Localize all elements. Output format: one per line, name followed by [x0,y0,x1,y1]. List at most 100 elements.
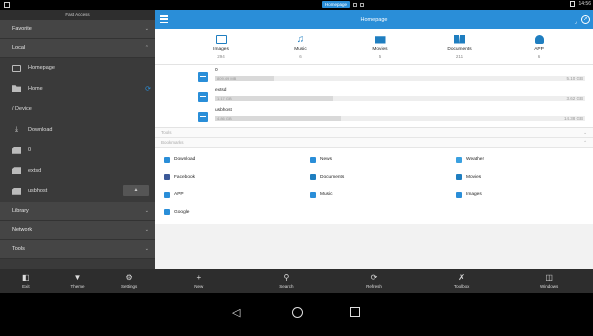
category-count: 211 [455,53,464,59]
bookmark-row: Facebook Documents Movies [155,169,593,187]
sidebar-item-0[interactable]: 0 [0,140,155,161]
storage-icon [198,92,208,102]
chevron-up-icon: ⌃ [144,45,149,51]
bookmark-row: Download News Weather [155,151,593,169]
gear-icon: ⚙ [125,272,133,282]
main-panel: Homepage ⌟ ➚ Images 294 ♫ Music 6 Movies… [155,10,593,293]
download-icon: ⤓ [14,126,19,134]
movie-icon [374,36,386,44]
bookmark-label: Music [320,192,333,198]
sidebar-item-download[interactable]: ⤓ Download [0,120,155,141]
storage-bar-fill [215,116,341,121]
storage-total: 14.38 GB [563,116,583,121]
sidebar-item-device[interactable]: / Device [0,99,155,120]
bookmark-label: News [320,157,332,163]
select-corner-icon[interactable]: ⌟ [575,19,577,25]
sidebar-section-local[interactable]: Local ⌃ [0,39,155,58]
bookmarks-header[interactable]: Bookmarks ⌃ [155,138,593,148]
bookmark-app[interactable]: APP [155,186,301,204]
back-icon[interactable]: ◁ [232,307,240,319]
button-label: Settings [121,283,138,289]
category-name: Music [294,46,307,52]
menu-icon[interactable] [160,15,168,23]
page-title: Homepage [360,16,388,23]
bookmark-label: Google [174,209,190,215]
bookmark-google[interactable]: Google [155,204,301,222]
category-images[interactable]: Images 294 [191,29,251,64]
storage-row-usbhost[interactable]: usbhost 4.86 GB 14.38 GB [155,107,593,127]
category-movies[interactable]: Movies 5 [350,29,410,64]
plus-icon: + [196,272,202,282]
storage-row-extsd[interactable]: extsd 1.17 GB 3.62 GB [155,87,593,107]
storage-total: 5.10 GB [566,76,583,81]
android-icon [164,191,170,198]
new-button[interactable]: + New [169,272,229,289]
sidebar-section-favorite[interactable]: Favorite ⌄ [0,20,155,39]
search-button[interactable]: ⚲ Search [256,272,316,289]
folder-icon [12,85,21,93]
bookmark-movies[interactable]: Movies [447,169,593,187]
refresh-icon: ⟳ [370,272,378,282]
sidebar-item-extsd[interactable]: extsd [0,161,155,182]
sidebar-item-home[interactable]: Home ⟳ [0,79,155,100]
sidebar-section-network[interactable]: Network ⌄ [0,220,155,240]
button-label: Toolbox [453,283,470,289]
bookmark-images[interactable]: Images [447,186,593,204]
sidebar-item-label: Download [28,126,53,133]
storage-bar-fill [215,96,334,101]
chevron-down-icon: ⌄ [583,129,587,135]
sidebar-toolbar: ◧ Exit ▼ Theme ⚙ Settings [0,269,155,293]
eject-button[interactable]: ▲ [123,185,149,196]
globe-icon [164,209,170,216]
bookmarks-grid: Download News Weather Facebook Documents [155,148,593,224]
storage-name: 0 [215,68,218,73]
settings-button[interactable]: ⚙ Settings [109,272,149,289]
button-label: Windows [540,283,559,289]
category-app[interactable]: APP 6 [509,29,569,64]
sdcard-icon [12,187,21,195]
bookmark-label: Images [466,192,482,198]
storage-row-0[interactable]: 0 809.49 MB 5.10 GB [155,67,593,87]
toolbox-button[interactable]: ✗ Toolbox [432,273,492,289]
windows-icon: ◫ [545,272,553,282]
exit-button[interactable]: ◧ Exit [6,273,46,289]
windows-button[interactable]: ◫ Windows [519,272,579,289]
sdcard-icon [12,167,21,175]
section-label: Favorite [12,26,32,32]
bookmark-weather[interactable]: Weather [447,151,593,169]
sidebar-item-usbhost[interactable]: usbhost ▲ [0,181,155,202]
sidebar-section-tools[interactable]: Tools ⌄ [0,239,155,259]
window-icon [360,2,365,7]
chevron-down-icon: ⌄ [144,207,149,214]
category-name: Movies [372,46,388,52]
sidebar-section-library[interactable]: Library ⌄ [0,201,155,221]
home-button-icon[interactable] [292,307,303,318]
bookmark-news[interactable]: News [301,151,447,169]
windows-switch-icon[interactable]: ➚ [581,15,590,24]
recent-apps-icon[interactable] [350,307,360,317]
fast-access-title: Fast Access [0,10,155,20]
category-name: APP [534,46,544,52]
theme-button[interactable]: ▼ Theme [57,273,97,289]
bookmark-music[interactable]: Music [301,186,447,204]
bookmark-documents[interactable]: Documents [301,169,447,187]
clock: 14:56 [578,1,591,7]
button-label: Exit [22,283,30,289]
bookmark-download[interactable]: Download [155,151,301,169]
storage-used: 4.86 GB [217,116,232,121]
bookmark-facebook[interactable]: Facebook [155,169,301,187]
bookmark-row: APP Music Images [155,186,593,204]
group-label: Tools [161,130,172,135]
storage-name: extsd [215,88,227,93]
navigation-bar: ◁ [0,293,593,336]
category-documents[interactable]: Documents 211 [430,29,490,64]
tools-header[interactable]: Tools ⌄ [155,128,593,138]
refresh-icon[interactable]: ⟳ [145,85,151,93]
sidebar-item-homepage[interactable]: Homepage [0,58,155,79]
category-music[interactable]: ♫ Music 6 [271,29,331,64]
image-icon [215,34,227,44]
bookmark-label: APP [174,192,184,198]
refresh-button[interactable]: ⟳ Refresh [344,272,404,289]
storage-name: usbhost [215,108,232,113]
search-icon: ⚲ [283,272,290,282]
